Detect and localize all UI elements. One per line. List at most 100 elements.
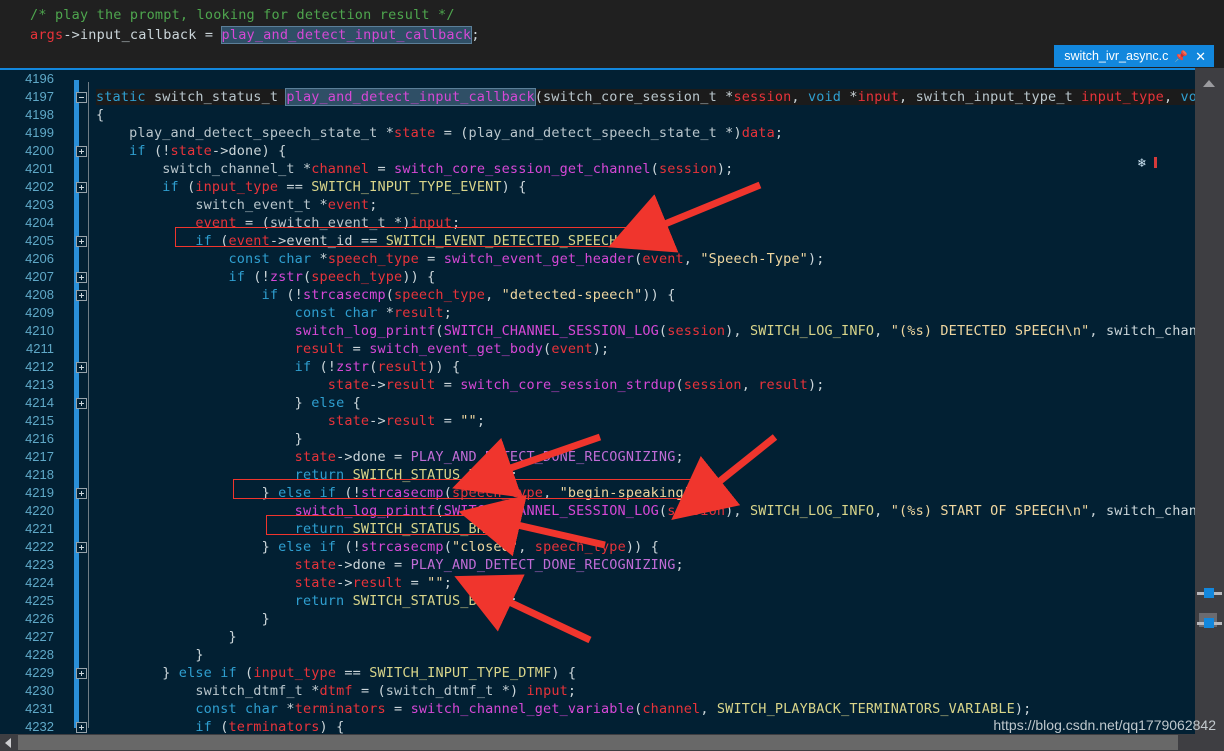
code-text: } else if (!strcasecmp(speech_type, "beg… bbox=[261, 485, 726, 501]
code-line[interactable]: 4216 } bbox=[0, 430, 1224, 448]
scroll-marker-1[interactable] bbox=[1195, 588, 1224, 598]
code-text: } else { bbox=[294, 395, 361, 411]
line-number: 4211 bbox=[26, 341, 54, 356]
code-line[interactable]: 4224 state->result = ""; bbox=[0, 574, 1224, 592]
line-number: 4217 bbox=[25, 449, 54, 464]
code-text: const char *result; bbox=[294, 305, 452, 321]
fold-toggle-icon[interactable] bbox=[76, 398, 87, 409]
line-number: 4224 bbox=[25, 575, 54, 590]
code-line[interactable]: 4212 if (!zstr(result)) { bbox=[0, 358, 1224, 376]
code-text: result = switch_event_get_body(event); bbox=[294, 341, 610, 357]
code-text: static switch_status_t play_and_detect_i… bbox=[96, 88, 1224, 106]
code-line[interactable]: 4227 } bbox=[0, 628, 1224, 646]
fold-toggle-icon[interactable] bbox=[76, 488, 87, 499]
code-text: { bbox=[96, 107, 105, 123]
fold-toggle-icon[interactable] bbox=[76, 668, 87, 679]
code-text: state->result = switch_core_session_strd… bbox=[327, 377, 825, 393]
fold-toggle-icon[interactable] bbox=[76, 236, 87, 247]
code-text: const char *terminators = switch_channel… bbox=[195, 701, 1032, 717]
code-text: } bbox=[261, 611, 270, 627]
line-number: 4223 bbox=[25, 557, 54, 572]
line-number: 4201 bbox=[25, 161, 54, 176]
line-number: 4213 bbox=[25, 377, 54, 392]
line-number: 4218 bbox=[25, 467, 54, 482]
line-number: 4222 bbox=[25, 539, 54, 554]
code-line[interactable]: 4202 if (input_type == SWITCH_INPUT_TYPE… bbox=[0, 178, 1224, 196]
scroll-marker-2[interactable] bbox=[1195, 613, 1224, 628]
code-line[interactable]: 4229 } else if (input_type == SWITCH_INP… bbox=[0, 664, 1224, 682]
code-text: if (!zstr(result)) { bbox=[294, 359, 461, 375]
line-number: 4200 bbox=[25, 143, 54, 158]
code-line[interactable]: 4223 state->done = PLAY_AND_DETECT_DONE_… bbox=[0, 556, 1224, 574]
code-text: return SWITCH_STATUS_BREAK; bbox=[294, 593, 519, 609]
line-number: 4196 bbox=[25, 71, 54, 86]
code-line[interactable]: 4203 switch_event_t *event; bbox=[0, 196, 1224, 214]
code-line[interactable]: 4213 state->result = switch_core_session… bbox=[0, 376, 1224, 394]
code-text: state->done = PLAY_AND_DETECT_DONE_RECOG… bbox=[294, 557, 684, 573]
code-line[interactable]: 4221 return SWITCH_STATUS_BREAK; bbox=[0, 520, 1224, 538]
code-line[interactable]: 4198 { bbox=[0, 106, 1224, 124]
line-number: 4198 bbox=[25, 107, 54, 122]
code-line[interactable]: 4218 return SWITCH_STATUS_BREAK; bbox=[0, 466, 1224, 484]
code-line[interactable]: 4211 result = switch_event_get_body(even… bbox=[0, 340, 1224, 358]
code-rows[interactable]: 4196 4197 static switch_status_t play_and_… bbox=[0, 70, 1224, 736]
code-line[interactable]: 4228 } bbox=[0, 646, 1224, 664]
code-text: } else if (!strcasecmp("closed", speech_… bbox=[261, 539, 659, 555]
code-line[interactable]: 4196 bbox=[0, 70, 1224, 88]
line-number: 4204 bbox=[25, 215, 54, 230]
code-line[interactable]: 4199 play_and_detect_speech_state_t *sta… bbox=[0, 124, 1224, 142]
close-icon[interactable]: ✕ bbox=[1194, 50, 1207, 63]
code-line[interactable]: 4215 state->result = ""; bbox=[0, 412, 1224, 430]
code-text: switch_event_t *event; bbox=[195, 197, 378, 213]
code-line[interactable]: 4206 const char *speech_type = switch_ev… bbox=[0, 250, 1224, 268]
code-text: if (!zstr(speech_type)) { bbox=[228, 269, 436, 285]
code-line[interactable]: 4230 switch_dtmf_t *dtmf = (switch_dtmf_… bbox=[0, 682, 1224, 700]
fold-toggle-icon[interactable] bbox=[76, 182, 87, 193]
code-line[interactable]: 4217 state->done = PLAY_AND_DETECT_DONE_… bbox=[0, 448, 1224, 466]
pin-icon[interactable]: 📌 bbox=[1174, 50, 1188, 63]
vertical-scrollbar[interactable] bbox=[1195, 68, 1224, 751]
horizontal-scroll-thumb[interactable] bbox=[18, 735, 1178, 750]
code-line[interactable]: 4225 return SWITCH_STATUS_BREAK; bbox=[0, 592, 1224, 610]
tab-label: switch_ivr_async.c bbox=[1064, 49, 1169, 63]
code-text: switch_log_printf(SWITCH_CHANNEL_SESSION… bbox=[294, 503, 1224, 519]
code-line[interactable]: 4209 const char *result; bbox=[0, 304, 1224, 322]
code-line[interactable]: 4226 } bbox=[0, 610, 1224, 628]
line-number: 4212 bbox=[25, 359, 54, 374]
code-line[interactable]: 4220 switch_log_printf(SWITCH_CHANNEL_SE… bbox=[0, 502, 1224, 520]
fold-toggle-icon[interactable] bbox=[76, 542, 87, 553]
code-line[interactable]: 4222 } else if (!strcasecmp("closed", sp… bbox=[0, 538, 1224, 556]
code-line[interactable]: 4197 static switch_status_t play_and_dete… bbox=[0, 88, 1224, 106]
line-number: 4206 bbox=[25, 251, 54, 266]
preview-line-comment: /* play the prompt, looking for detectio… bbox=[30, 7, 455, 23]
code-line[interactable]: 4201 switch_channel_t *channel = switch_… bbox=[0, 160, 1224, 178]
fold-toggle-icon[interactable] bbox=[76, 722, 87, 733]
fold-toggle-icon[interactable] bbox=[76, 92, 87, 103]
line-number: 4202 bbox=[25, 179, 54, 194]
fold-toggle-icon[interactable] bbox=[76, 146, 87, 157]
code-line[interactable]: 4204 event = (switch_event_t *)input; bbox=[0, 214, 1224, 232]
chevron-up-icon[interactable] bbox=[1203, 80, 1215, 87]
code-editor[interactable]: 4196 4197 static switch_status_t play_and_… bbox=[0, 68, 1224, 738]
code-line[interactable]: 4210 switch_log_printf(SWITCH_CHANNEL_SE… bbox=[0, 322, 1224, 340]
line-number: 4203 bbox=[25, 197, 54, 212]
code-line[interactable]: 4231 const char *terminators = switch_ch… bbox=[0, 700, 1224, 718]
code-text: } bbox=[228, 629, 237, 645]
line-number: 4197 bbox=[25, 89, 54, 104]
code-line[interactable]: 4214 } else { bbox=[0, 394, 1224, 412]
fold-toggle-icon[interactable] bbox=[76, 290, 87, 301]
line-number: 4210 bbox=[25, 323, 54, 338]
code-text: switch_log_printf(SWITCH_CHANNEL_SESSION… bbox=[294, 323, 1224, 339]
code-line[interactable]: 4207 if (!zstr(speech_type)) { bbox=[0, 268, 1224, 286]
chevron-left-icon[interactable] bbox=[5, 738, 11, 748]
code-line[interactable]: 4208 if (!strcasecmp(speech_type, "detec… bbox=[0, 286, 1224, 304]
code-text: if (!strcasecmp(speech_type, "detected-s… bbox=[261, 287, 676, 303]
horizontal-scrollbar[interactable] bbox=[0, 734, 1195, 751]
tab-switch-ivr-async-c[interactable]: switch_ivr_async.c 📌 ✕ bbox=[1054, 45, 1214, 67]
fold-toggle-icon[interactable] bbox=[76, 362, 87, 373]
code-text: play_and_detect_speech_state_t *state = … bbox=[129, 125, 784, 141]
fold-toggle-icon[interactable] bbox=[76, 272, 87, 283]
code-line[interactable]: 4219 } else if (!strcasecmp(speech_type,… bbox=[0, 484, 1224, 502]
code-line[interactable]: 4205 if (event->event_id == SWITCH_EVENT… bbox=[0, 232, 1224, 250]
code-line[interactable]: 4200 if (!state->done) { bbox=[0, 142, 1224, 160]
